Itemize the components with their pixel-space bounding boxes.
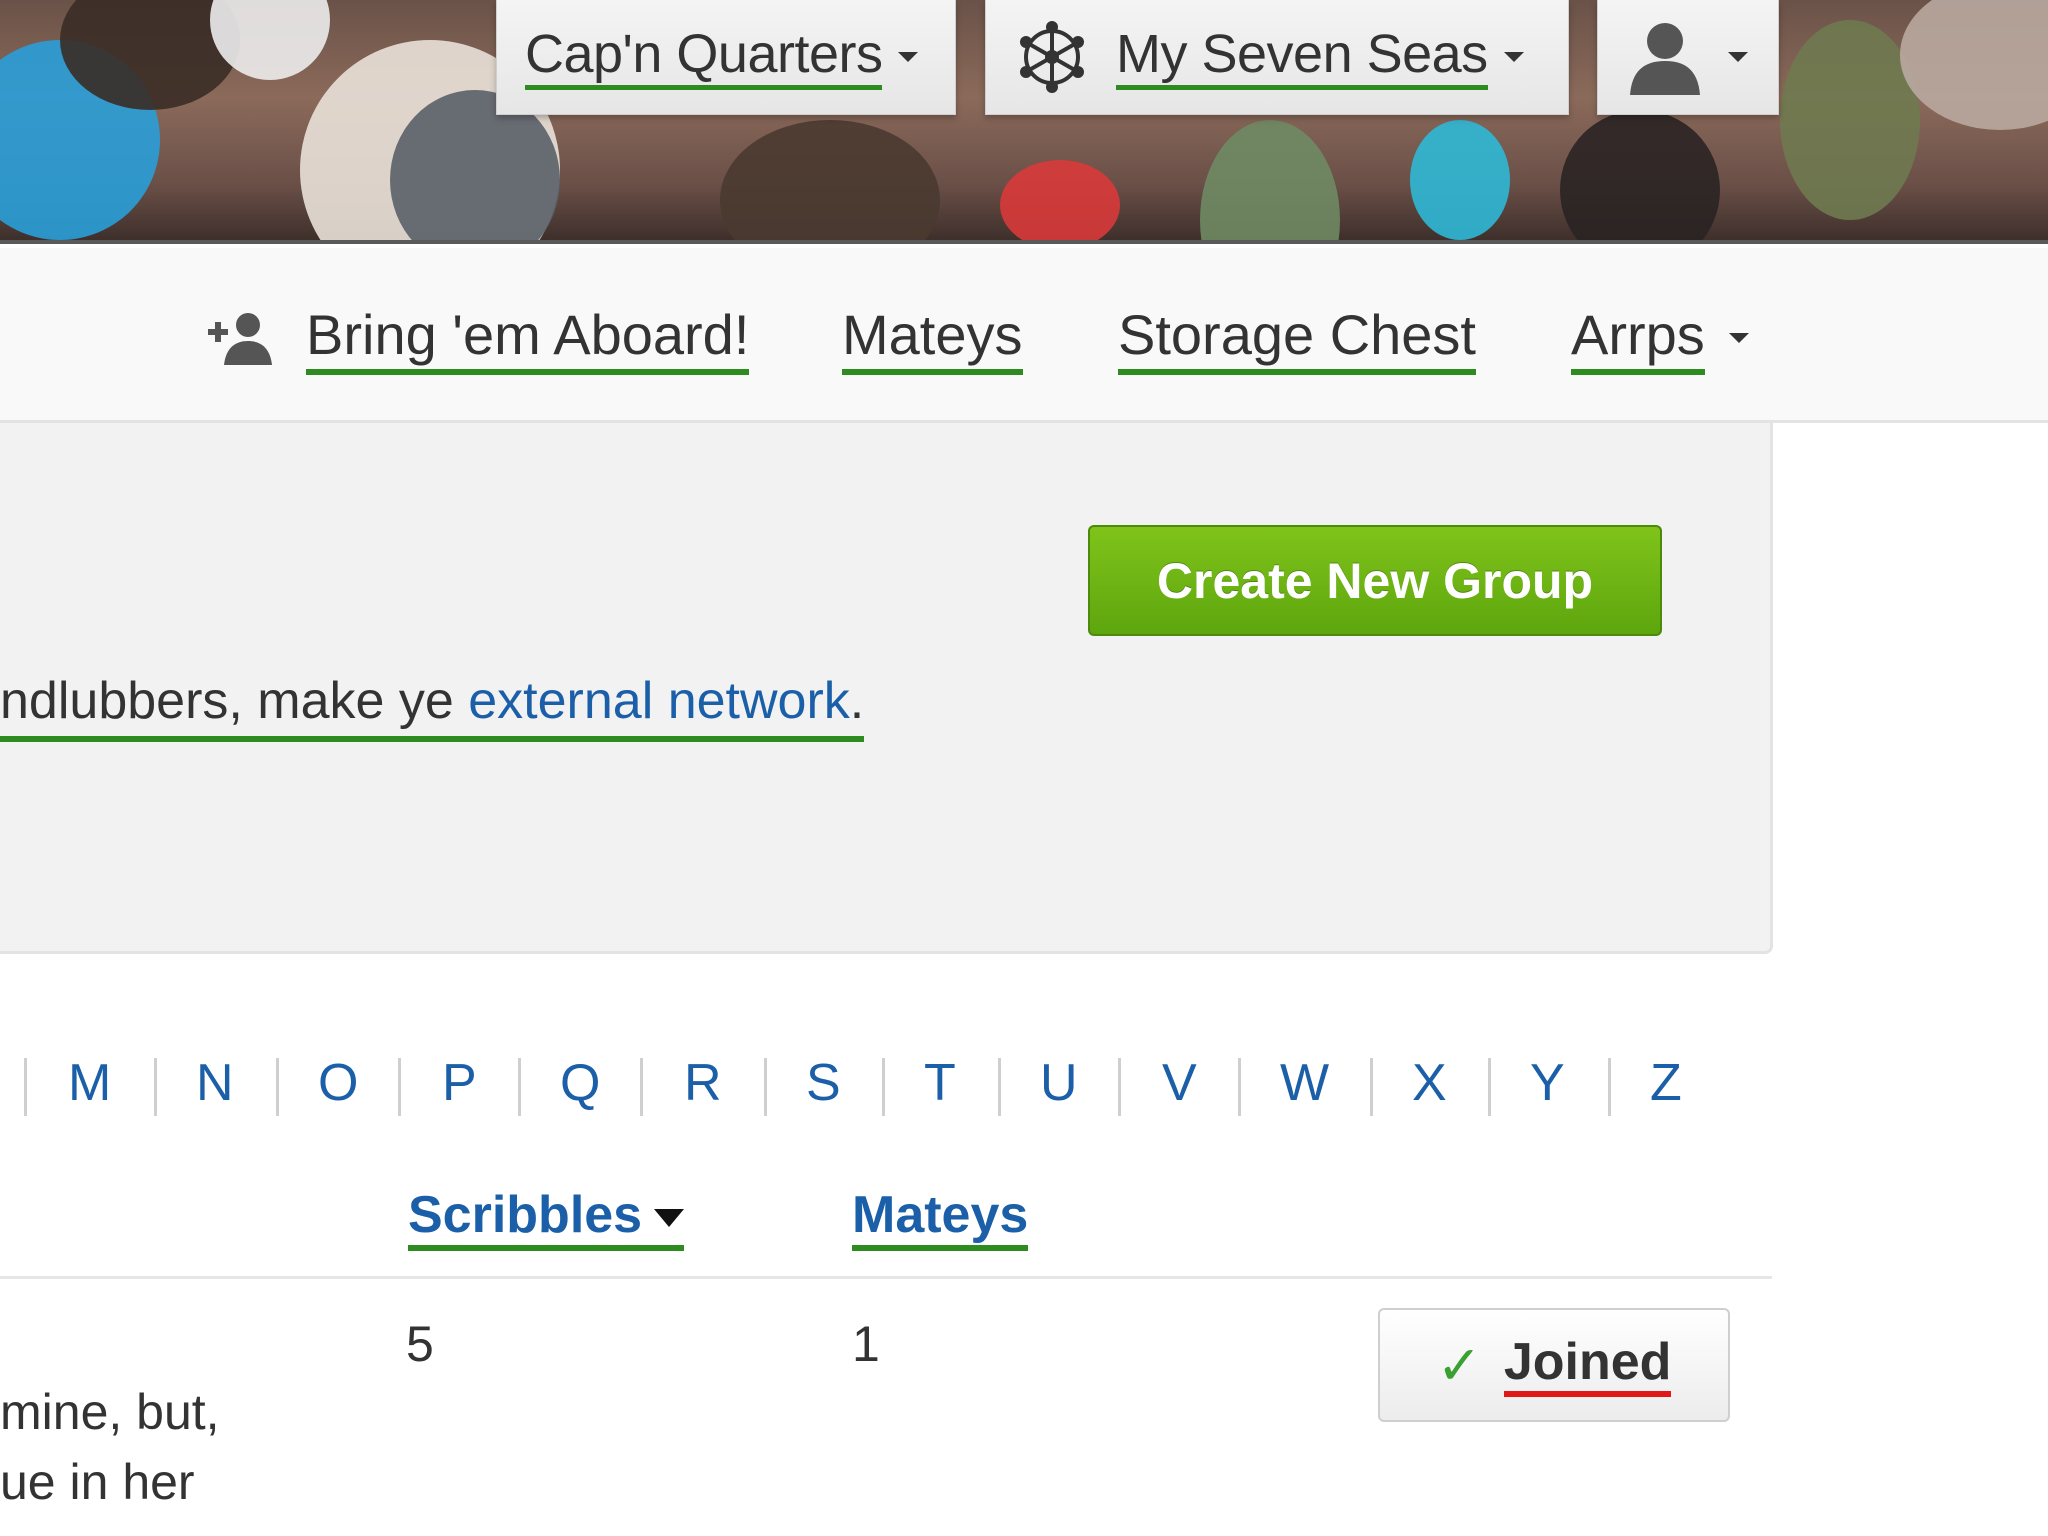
alphabet-divider: [1118, 1058, 1121, 1116]
banner-photo-shape: [1410, 120, 1510, 240]
alphabet-letter[interactable]: O: [318, 1048, 358, 1118]
alphabet-letter[interactable]: R: [684, 1048, 722, 1118]
scribbles-column-header[interactable]: Scribbles: [408, 1185, 685, 1251]
create-group-button[interactable]: Create New Group: [1088, 525, 1662, 636]
alphabet-letter[interactable]: P: [442, 1048, 477, 1118]
chevron-down-icon: [1503, 52, 1524, 62]
banner-divider: [0, 240, 2048, 244]
alphabet-divider: [882, 1058, 885, 1116]
panel-description: ndlubbers, make ye external network.: [0, 666, 865, 742]
alphabet-divider: [1488, 1058, 1491, 1116]
chevron-down-icon: [1728, 333, 1749, 343]
alphabet-letter[interactable]: M: [68, 1048, 111, 1118]
mateys-count: 1: [852, 1316, 880, 1372]
network-icon: [1012, 17, 1092, 97]
alphabet-filter: M N O P Q R S T U V W X Y Z: [0, 1048, 1760, 1118]
banner-photo-shape: [1000, 160, 1120, 244]
group-description-line: ue in her: [0, 1454, 195, 1510]
invite-label: Bring 'em Aboard!: [306, 303, 750, 375]
alphabet-letter[interactable]: Q: [560, 1048, 600, 1118]
people-label: Mateys: [842, 303, 1023, 375]
banner-photo-shape: [1200, 120, 1340, 244]
external-network-link[interactable]: external network: [468, 672, 850, 730]
add-person-icon: [204, 309, 276, 369]
alphabet-letter[interactable]: X: [1412, 1048, 1447, 1118]
alphabet-divider: [518, 1058, 521, 1116]
banner-photo-shape: [1780, 20, 1920, 220]
invite-link[interactable]: Bring 'em Aboard!: [204, 303, 750, 383]
alphabet-divider: [276, 1058, 279, 1116]
alphabet-divider: [1608, 1058, 1611, 1116]
secondary-nav: Bring 'em Aboard! Mateys Storage Chest A…: [0, 248, 2048, 423]
user-menu-dropdown[interactable]: [1597, 0, 1779, 115]
alphabet-letter[interactable]: W: [1280, 1048, 1329, 1118]
alphabet-letter[interactable]: N: [196, 1048, 234, 1118]
mateys-column-header[interactable]: Mateys: [852, 1185, 1029, 1251]
apps-label: Arrps: [1571, 303, 1705, 375]
network-label: My Seven Seas: [1116, 25, 1488, 90]
alphabet-letter[interactable]: V: [1162, 1048, 1197, 1118]
chevron-down-icon: [898, 52, 919, 62]
files-label: Storage Chest: [1118, 303, 1476, 375]
chevron-down-icon: [1728, 52, 1748, 62]
alphabet-letter[interactable]: Y: [1530, 1048, 1565, 1118]
alphabet-divider: [640, 1058, 643, 1116]
alphabet-letter[interactable]: T: [924, 1048, 956, 1118]
apps-dropdown[interactable]: Arrps: [1571, 303, 1749, 383]
home-label: Cap'n Quarters: [525, 25, 883, 90]
alphabet-divider: [1370, 1058, 1373, 1116]
alphabet-letter[interactable]: Z: [1650, 1048, 1682, 1118]
alphabet-divider: [1238, 1058, 1241, 1116]
banner-photo-shape: [720, 120, 940, 244]
alphabet-divider: [154, 1058, 157, 1116]
table-header-divider: [0, 1276, 1772, 1279]
alphabet-divider: [24, 1058, 27, 1116]
scribbles-count: 5: [406, 1316, 434, 1372]
files-link[interactable]: Storage Chest: [1118, 303, 1476, 383]
panel-text-prefix: ndlubbers, make ye: [0, 672, 469, 730]
joined-label: Joined: [1503, 1333, 1672, 1397]
alphabet-divider: [764, 1058, 767, 1116]
group-description-line: mine, but,: [0, 1384, 220, 1440]
people-link[interactable]: Mateys: [842, 303, 1023, 383]
alphabet-letter[interactable]: S: [806, 1048, 841, 1118]
mateys-header-label: Mateys: [852, 1186, 1029, 1244]
alphabet-letter[interactable]: U: [1040, 1048, 1078, 1118]
banner-photo-shape: [1900, 0, 2048, 130]
alphabet-divider: [398, 1058, 401, 1116]
joined-button[interactable]: ✓ Joined: [1378, 1308, 1730, 1422]
alphabet-divider: [998, 1058, 1001, 1116]
panel-text-suffix: .: [849, 672, 865, 730]
sort-desc-icon: [654, 1209, 685, 1228]
checkmark-icon: ✓: [1436, 1335, 1482, 1396]
network-dropdown[interactable]: My Seven Seas: [985, 0, 1569, 115]
home-dropdown[interactable]: Cap'n Quarters: [496, 0, 956, 115]
banner-photo-shape: [1560, 110, 1720, 244]
scribbles-header-label: Scribbles: [408, 1186, 643, 1244]
user-icon: [1626, 17, 1704, 97]
